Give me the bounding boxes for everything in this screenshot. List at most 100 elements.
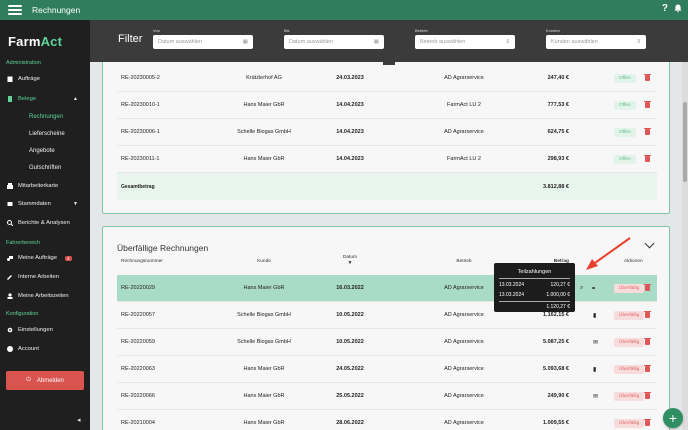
status-badge: Offen	[614, 127, 636, 137]
filter-bar: Filter Von Datum auswählen ▦ Bis Datum ausw…	[90, 20, 688, 62]
customer: Hans Maier GbR	[243, 420, 285, 426]
company: AD Agrarservice	[444, 420, 484, 426]
table-row[interactable]: RE-20230006-1 Schelle Biogas GmbH 14.04.20…	[117, 119, 657, 146]
amount: 624,75 €	[547, 129, 569, 135]
nav-belege[interactable]: Belege ▲	[7, 96, 78, 102]
chevron-down-icon: ▼	[73, 201, 78, 207]
collapse-filter-button[interactable]: ⌃	[383, 62, 395, 65]
company: AD Agrarservice	[444, 312, 484, 318]
add-button[interactable]: +	[663, 408, 683, 428]
section-administration: Administration	[6, 60, 41, 66]
nav-mitarbeiterkarte[interactable]: Mitarbeiterkarte	[7, 183, 58, 189]
trash-icon[interactable]	[644, 127, 651, 135]
col-kunde[interactable]: Kunde	[214, 259, 314, 264]
document-icon[interactable]: ▮	[593, 366, 596, 373]
menu-icon[interactable]	[8, 5, 22, 15]
customer: Schelle Biogas GmbH	[237, 339, 291, 345]
partial-payments-tooltip: Teilzahlungen 13.03.2024 120,27 € 13.03.2…	[494, 263, 575, 312]
document-icon[interactable]: ▮	[593, 312, 596, 319]
date: 14.04.2023	[336, 102, 364, 108]
invoice-number: RE-20230005-2	[121, 75, 160, 81]
betrieb-select[interactable]: Betrieb auswählen ⇕	[415, 35, 515, 49]
table-row[interactable]: RE-20220059 Schelle Biogas GmbH 10.05.2022…	[117, 329, 657, 356]
amount: 249,90 €	[547, 393, 569, 399]
tooltip-total: 1.120,27 €	[546, 304, 570, 310]
company: FarmAct LU 2	[447, 102, 481, 108]
trash-icon[interactable]	[644, 337, 651, 345]
company: AD Agrarservice	[444, 393, 484, 399]
date: 14.04.2023	[336, 129, 364, 135]
status-badge: Überfällig	[614, 337, 645, 347]
logout-button[interactable]: ⏻ Abmelden	[6, 371, 84, 390]
table-row[interactable]: RE-20220066 Hans Maier GbR 25.05.2022 AD Ag…	[117, 383, 657, 410]
chevron-down-icon[interactable]	[644, 238, 655, 249]
amount: 1.162,15 €	[543, 312, 569, 318]
amount: 5.087,25 €	[543, 339, 569, 345]
gear-icon	[7, 327, 13, 333]
table-row[interactable]: RE-20230005-2 Krätzlerhof AG 24.03.2023 AD …	[117, 65, 657, 92]
customer: Schelle Biogas GmbH	[237, 129, 291, 135]
nav-meine-auftraege[interactable]: Meine Aufträge 4	[7, 255, 72, 261]
scrollbar[interactable]	[682, 62, 688, 430]
trash-icon[interactable]	[644, 154, 651, 162]
nav-einstellungen[interactable]: Einstellungen	[7, 327, 53, 333]
col-rechnungsnummer[interactable]: Rechnungsnummer	[121, 259, 163, 264]
nav-stammdaten[interactable]: Stammdaten ▼	[7, 201, 78, 207]
to-date-input[interactable]: Datum auswählen ▦	[284, 35, 384, 49]
collapse-sidebar-icon[interactable]: ◂	[77, 416, 81, 424]
company: AD Agrarservice	[444, 129, 484, 135]
table-row[interactable]: RE-20220063 Hans Maier GbR 24.05.2022 AD Ag…	[117, 356, 657, 383]
tooltip-row: 13.03.2024 120,27 €	[499, 282, 570, 288]
search-detail-icon[interactable]: ⌕	[580, 285, 583, 292]
chevron-up-icon: ▲	[73, 96, 78, 102]
help-icon[interactable]: ?	[662, 3, 668, 14]
table-row[interactable]: RE-20230010-1 Hans Maier GbR 14.04.2023 Far…	[117, 92, 657, 119]
sidebar-item-lieferscheine[interactable]: Lieferscheine	[29, 131, 65, 137]
mail-icon[interactable]: ✉	[593, 339, 598, 346]
status-badge: Offen	[614, 73, 636, 83]
bell-icon[interactable]	[674, 4, 682, 13]
calendar-icon: ▦	[373, 39, 379, 45]
trash-icon[interactable]	[644, 283, 651, 291]
invoice-number: RE-20230011-1	[121, 156, 160, 162]
table-row[interactable]: RE-20220029 Hans Maier GbR 16.03.2022 AD Ag…	[117, 275, 657, 302]
total-label: Gesamtbetrag	[121, 183, 155, 190]
trash-icon[interactable]	[644, 310, 651, 318]
nav-account[interactable]: Account	[7, 346, 39, 352]
invoice-number: RE-20220059	[121, 339, 155, 345]
nav-auftraege[interactable]: Aufträge	[7, 76, 40, 82]
date: 14.04.2023	[336, 156, 364, 162]
trash-icon[interactable]	[644, 391, 651, 399]
table-row[interactable]: RE-20230011-1 Hans Maier GbR 14.04.2023 Far…	[117, 146, 657, 173]
sidebar-item-angebote[interactable]: Angebote	[29, 148, 55, 154]
section-fahrerbereich: Fahrerbereich	[6, 240, 41, 246]
status-badge: Überfällig	[614, 364, 645, 374]
table-row[interactable]: RE-20210004 Hans Maier GbR 28.06.2022 AD Ag…	[117, 410, 657, 430]
customer: Hans Maier GbR	[243, 102, 285, 108]
trash-icon[interactable]	[644, 73, 651, 81]
amount: 5.093,68 €	[543, 366, 569, 372]
wrench-icon	[7, 275, 12, 280]
mail-icon[interactable]: ✉	[593, 393, 598, 400]
chevron-updown-icon: ⇕	[505, 39, 510, 45]
sidebar-item-rechnungen[interactable]: Rechnungen	[29, 114, 63, 120]
company: FarmAct LU 2	[447, 156, 481, 162]
nav-interne-arbeiten[interactable]: Interne Arbeiten	[7, 274, 59, 280]
from-date-input[interactable]: Datum auswählen ▦	[153, 35, 253, 49]
trash-icon[interactable]	[644, 100, 651, 108]
invoice-number: RE-20230006-1	[121, 129, 160, 135]
partial-payments-icon[interactable]: ⚭	[591, 285, 596, 292]
sidebar-item-gutschriften[interactable]: Gutschriften	[29, 165, 61, 171]
scrollbar-thumb[interactable]	[683, 102, 687, 182]
customer: Schelle Biogas GmbH	[237, 312, 291, 318]
nav-arbeitszeiten[interactable]: Meine Arbeitszeiten	[7, 293, 69, 299]
kunden-select[interactable]: Kunden auswählen ⇕	[546, 35, 646, 49]
trash-icon[interactable]	[644, 364, 651, 372]
col-datum[interactable]: Datum ▼	[320, 255, 380, 266]
date: 10.05.2022	[336, 339, 364, 345]
sort-desc-icon: ▼	[347, 260, 353, 266]
nav-berichte[interactable]: Berichte & Analysen	[7, 220, 70, 226]
table-row[interactable]: RE-20220057 Schelle Biogas GmbH 10.05.2022…	[117, 302, 657, 329]
power-icon: ⏻	[26, 377, 31, 383]
trash-icon[interactable]	[644, 418, 651, 426]
